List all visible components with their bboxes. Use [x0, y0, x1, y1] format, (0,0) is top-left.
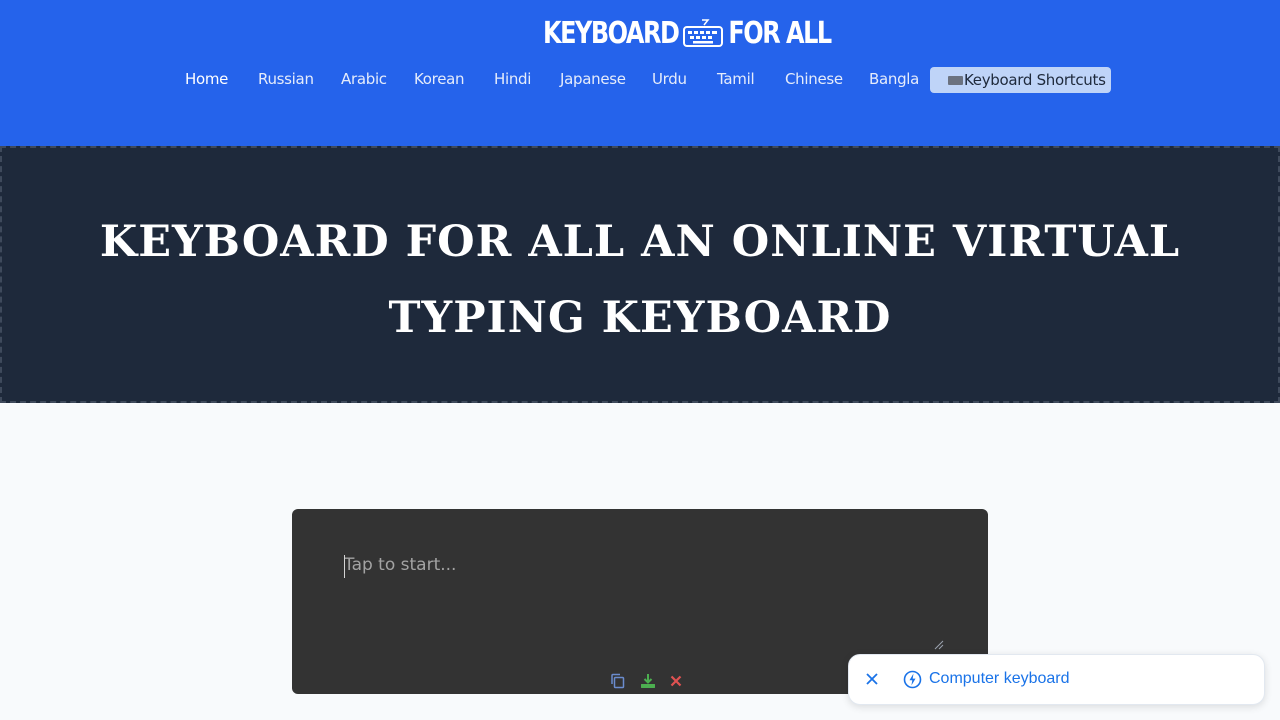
close-icon[interactable] [863, 670, 881, 688]
nav-russian[interactable]: Russian [258, 70, 314, 88]
nav-japanese[interactable]: Japanese [560, 70, 626, 88]
nav-arabic[interactable]: Arabic [341, 70, 387, 88]
resize-handle-icon[interactable] [934, 640, 944, 650]
language-nav: Home Russian Arabic Korean Hindi Japanes… [0, 66, 1280, 94]
input-method-toast: Computer keyboard [848, 654, 1265, 705]
nav-bangla[interactable]: Bangla [869, 70, 919, 88]
page-title: KEYBOARD FOR ALL AN ONLINE VIRTUAL TYPIN… [2, 204, 1278, 356]
nav-home[interactable]: Home [185, 70, 228, 88]
keyboard-shortcuts-button[interactable]: Keyboard Shortcuts [930, 67, 1111, 93]
hero-banner: KEYBOARD FOR ALL AN ONLINE VIRTUAL TYPIN… [0, 146, 1280, 403]
page-title-line-2: TYPING KEYBOARD [388, 293, 892, 343]
keyboard-logo-icon [683, 19, 724, 47]
bolt-icon [903, 670, 922, 689]
copy-icon [611, 673, 625, 689]
clear-button[interactable] [668, 673, 684, 689]
site-header: KEYBOARD FOR ALL Home Russian Arabic Kor… [0, 0, 1280, 146]
download-icon [641, 674, 655, 688]
keyboard-icon [948, 75, 963, 85]
nav-tamil[interactable]: Tamil [717, 70, 755, 88]
logo-text-for-all: FOR ALL [728, 15, 832, 51]
download-button[interactable] [640, 673, 656, 689]
text-caret [344, 555, 345, 578]
nav-urdu[interactable]: Urdu [652, 70, 687, 88]
keyboard-shortcuts-label: Keyboard Shortcuts [964, 71, 1106, 89]
clear-icon [670, 675, 682, 687]
site-logo[interactable]: KEYBOARD FOR ALL [543, 14, 832, 52]
nav-korean[interactable]: Korean [414, 70, 465, 88]
copy-button[interactable] [610, 673, 626, 689]
page-title-line-1: KEYBOARD FOR ALL AN ONLINE VIRTUAL [99, 217, 1181, 267]
computer-keyboard-link[interactable]: Computer keyboard [929, 670, 1070, 688]
nav-chinese[interactable]: Chinese [785, 70, 843, 88]
logo-text-keyboard: KEYBOARD [543, 15, 680, 51]
nav-hindi[interactable]: Hindi [494, 70, 531, 88]
typing-textarea[interactable] [344, 555, 944, 651]
